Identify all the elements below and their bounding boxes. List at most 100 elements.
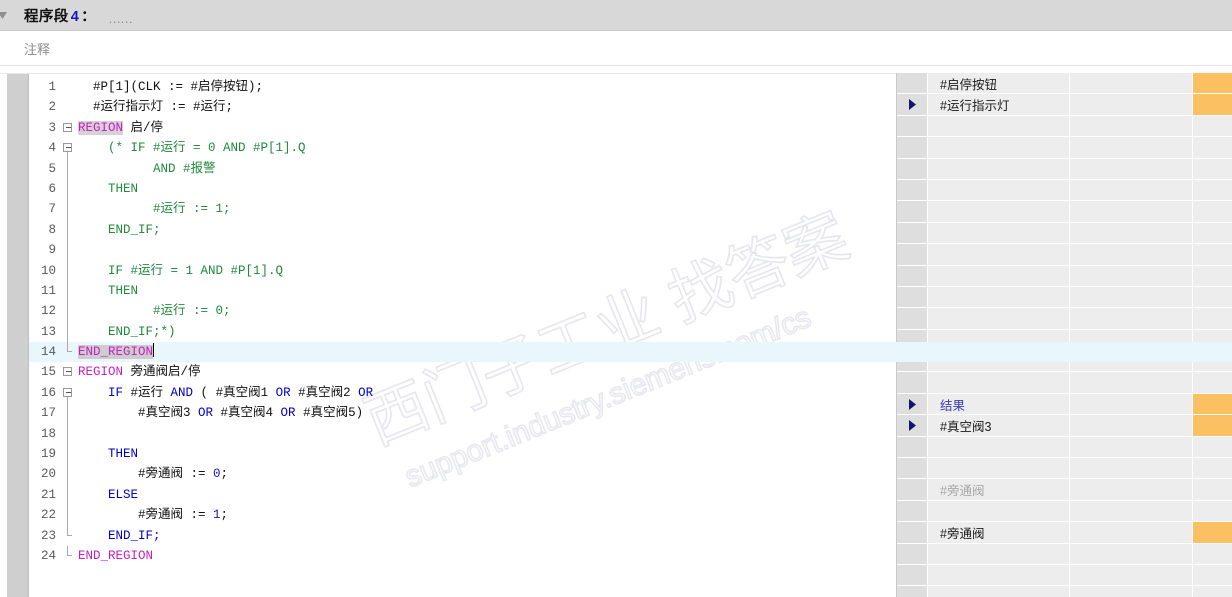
code-token: THEN xyxy=(78,181,139,196)
line-number: 23 xyxy=(40,528,56,543)
fold-marker[interactable] xyxy=(60,505,78,526)
fold-marker[interactable] xyxy=(60,118,78,138)
fold-marker[interactable] xyxy=(60,525,78,546)
fold-marker[interactable] xyxy=(60,321,78,343)
code-text[interactable]: AND #报警 xyxy=(78,159,1232,179)
fold-marker[interactable] xyxy=(60,77,78,97)
breakpoint-gutter[interactable] xyxy=(7,74,29,597)
fold-marker[interactable] xyxy=(60,301,78,322)
line-number: 10 xyxy=(40,263,56,278)
fold-collapse-icon[interactable] xyxy=(63,367,72,377)
code-text[interactable]: #运行 := 1; xyxy=(78,199,1232,219)
page-title: 程序段 4： xyxy=(24,5,96,26)
code-text[interactable]: #旁通阀 := 1; xyxy=(78,505,1232,525)
code-text[interactable]: #运行指示灯 := #运行; xyxy=(78,97,1232,117)
code-line[interactable]: 15 REGION 旁通阀启/停 xyxy=(29,362,1232,382)
network-title-placeholder[interactable]: …… xyxy=(108,11,133,26)
fold-marker[interactable] xyxy=(60,178,78,200)
code-line[interactable]: 22 #旁通阀 := 1; xyxy=(29,505,1232,526)
code-line[interactable]: 2 #运行指示灯 := #运行; xyxy=(29,97,1232,117)
code-token: 1 xyxy=(213,508,221,523)
monitor-row[interactable] xyxy=(897,586,1232,597)
triangle-down-icon[interactable] xyxy=(0,0,10,30)
fold-marker[interactable] xyxy=(60,342,78,362)
code-line[interactable]: 10 IF #运行 = 1 AND #P[1].Q xyxy=(29,260,1232,281)
code-line[interactable]: 20 #旁通阀 := 0; xyxy=(29,464,1232,485)
code-text[interactable]: IF #运行 AND ( #真空阀1 OR #真空阀2 OR xyxy=(78,383,1232,403)
fold-marker[interactable] xyxy=(60,158,78,179)
code-text[interactable]: END_REGION xyxy=(78,546,1232,566)
code-text[interactable]: REGION 启/停 xyxy=(78,118,1232,138)
monitor-variable-name xyxy=(928,586,1070,597)
fold-marker[interactable] xyxy=(60,260,78,281)
code-line[interactable]: 5 AND #报警 xyxy=(29,158,1232,179)
line-number: 7 xyxy=(48,202,56,217)
fold-collapse-icon[interactable] xyxy=(63,387,72,397)
fold-marker[interactable] xyxy=(60,444,78,465)
fold-marker[interactable] xyxy=(60,403,78,424)
code-line[interactable]: 1 #P[1](CLK := #启停按钮); xyxy=(29,77,1232,97)
code-token: OR xyxy=(350,385,374,400)
code-line[interactable]: 14 END_REGION xyxy=(29,342,1232,363)
line-number: 12 xyxy=(40,304,56,319)
fold-marker[interactable] xyxy=(60,383,78,404)
code-line[interactable]: 19 THEN xyxy=(29,444,1232,465)
fold-marker[interactable] xyxy=(60,199,78,220)
fold-collapse-icon[interactable] xyxy=(63,143,72,153)
code-text[interactable]: ELSE xyxy=(78,485,1232,505)
code-token: ( xyxy=(200,385,216,400)
fold-marker[interactable] xyxy=(60,138,78,159)
fold-marker[interactable] xyxy=(60,545,78,566)
code-line[interactable]: 11 THEN xyxy=(29,280,1232,302)
fold-marker[interactable] xyxy=(60,484,78,506)
code-text[interactable]: THEN xyxy=(78,281,1232,301)
code-text[interactable]: END_IF; xyxy=(78,220,1232,240)
code-line[interactable]: 21 ELSE xyxy=(29,484,1232,506)
code-text[interactable]: END_REGION xyxy=(78,342,1232,362)
fold-marker[interactable] xyxy=(60,464,78,485)
fold-marker[interactable] xyxy=(60,219,78,241)
fold-collapse-icon[interactable] xyxy=(63,122,72,132)
fold-guide-line xyxy=(67,321,68,343)
code-text[interactable]: THEN xyxy=(78,444,1232,464)
code-text[interactable]: IF #运行 = 1 AND #P[1].Q xyxy=(78,261,1232,281)
code-text[interactable] xyxy=(78,424,1232,444)
fold-marker[interactable] xyxy=(60,280,78,302)
code-line[interactable]: 3 REGION 启/停 xyxy=(29,118,1232,138)
fold-marker[interactable] xyxy=(60,362,78,382)
network-comment-row[interactable]: 注释 xyxy=(0,31,1232,66)
code-line[interactable]: 24 END_REGION xyxy=(29,545,1232,566)
code-line[interactable]: 8 END_IF; xyxy=(29,219,1232,241)
code-text[interactable]: END_IF; xyxy=(78,526,1232,546)
code-line[interactable]: 9 xyxy=(29,240,1232,261)
code-text[interactable]: THEN xyxy=(78,179,1232,199)
code-line[interactable]: 4 (* IF #运行 = 0 AND #P[1].Q xyxy=(29,138,1232,159)
code-text[interactable] xyxy=(78,240,1232,260)
code-line[interactable]: 6 THEN xyxy=(29,178,1232,200)
code-text[interactable]: #真空阀3 OR #真空阀4 OR #真空阀5) xyxy=(78,403,1232,423)
code-line[interactable]: 13 END_IF;*) xyxy=(29,321,1232,343)
code-text[interactable]: #P[1](CLK := #启停按钮); xyxy=(78,77,1232,97)
code-line[interactable]: 7 #运行 := 1; xyxy=(29,199,1232,220)
code-text[interactable]: END_IF;*) xyxy=(78,322,1232,342)
fold-marker[interactable] xyxy=(60,97,78,117)
comment-placeholder[interactable]: 注释 xyxy=(24,39,50,58)
code-line[interactable]: 18 xyxy=(29,423,1232,445)
fold-marker[interactable] xyxy=(60,423,78,445)
code-text[interactable]: REGION 旁通阀启/停 xyxy=(78,362,1232,382)
code-line-list[interactable]: 1 #P[1](CLK := #启停按钮); 2 #运行指示灯 := #运行; 3 R… xyxy=(29,74,1232,566)
code-token: END_IF; xyxy=(78,528,161,543)
code-token: OR xyxy=(190,406,221,421)
code-line[interactable]: 17 #真空阀3 OR #真空阀4 OR #真空阀5) xyxy=(29,403,1232,424)
code-surface[interactable]: 西门子工业 找答案 support.industry.siemens.com/c… xyxy=(29,74,1232,597)
editor-left-margin xyxy=(0,74,7,597)
fold-marker[interactable] xyxy=(60,240,78,261)
code-line[interactable]: 16 IF #运行 AND ( #真空阀1 OR #真空阀2 OR xyxy=(29,383,1232,404)
code-line[interactable]: 23 END_IF; xyxy=(29,525,1232,546)
code-token: #真空阀3 xyxy=(78,406,191,421)
code-text[interactable]: #旁通阀 := 0; xyxy=(78,464,1232,484)
code-text[interactable]: #运行 := 0; xyxy=(78,301,1232,321)
code-line[interactable]: 12 #运行 := 0; xyxy=(29,301,1232,322)
code-text[interactable]: (* IF #运行 = 0 AND #P[1].Q xyxy=(78,138,1232,158)
monitor-row[interactable] xyxy=(897,564,1232,587)
